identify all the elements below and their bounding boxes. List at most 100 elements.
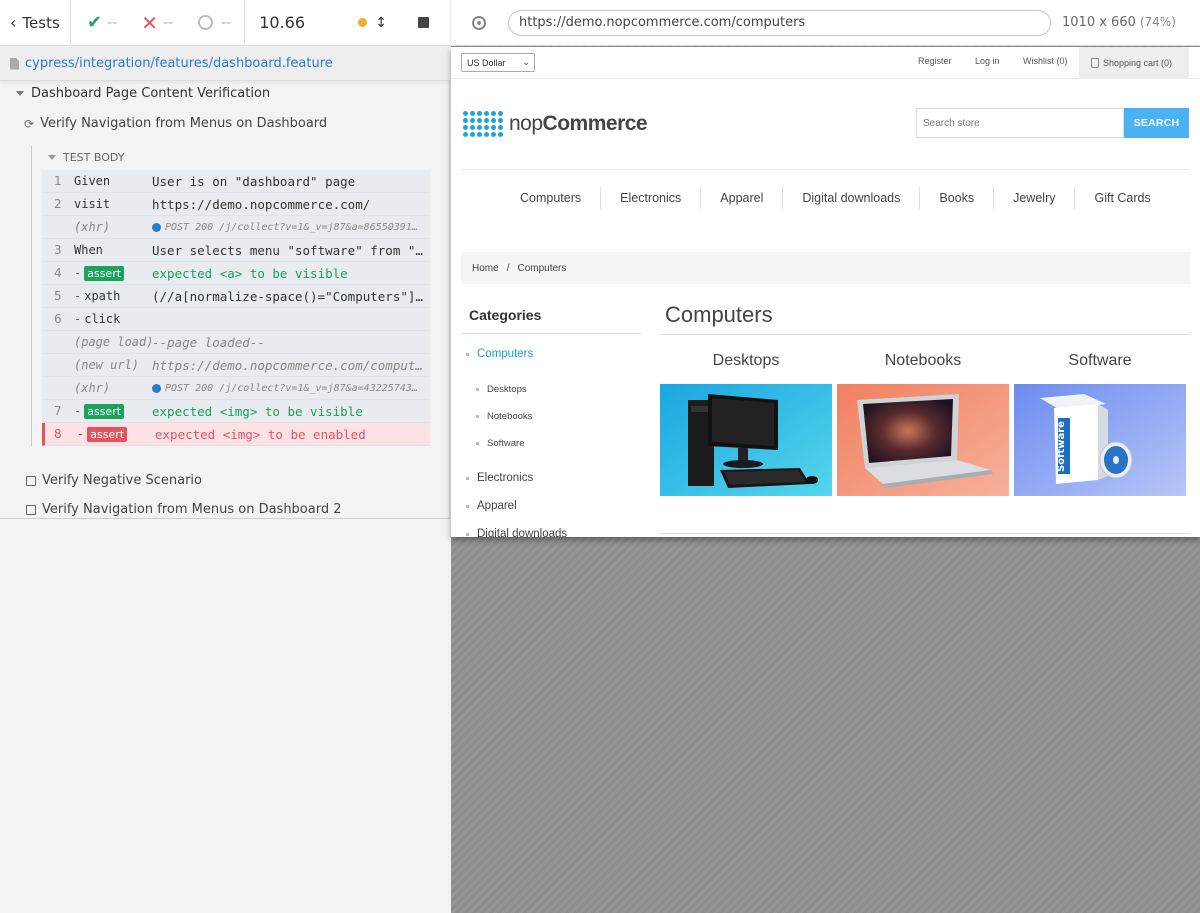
command-row[interactable]: 4 assert expected <a> to be visible [42,262,430,285]
command-row[interactable]: (new url) https://demo.nopcommerce.com/c… [42,354,430,377]
command-name: (xhr) [74,220,111,234]
site-logo[interactable]: nopCommerce [463,111,648,137]
test-title: Verify Navigation from Menus on Dashboar… [42,502,342,517]
divider [659,334,1190,335]
spec-path-link[interactable]: cypress/integration/features/dashboard.f… [25,56,333,71]
category-software[interactable]: Software [476,438,525,449]
wishlist-link[interactable]: Wishlist (0) [1023,56,1068,66]
command-log: 1 Given User is on "dashboard" page 2 vi… [42,170,430,446]
command-message: https://demo.nopcommerce.com/compute… [152,357,430,373]
command-row[interactable]: (xhr) POST 200 /j/collect?v=1&_v=j87&a=4… [42,377,430,400]
command-row[interactable]: 1 Given User is on "dashboard" page [42,170,430,193]
command-row[interactable]: (page load) --page loaded-- [42,331,430,354]
command-row[interactable]: 7 assert expected <img> to be visible [42,400,430,423]
command-name: assert [74,265,152,281]
app-preview-panel: https://demo.nopcommerce.com/computers 1… [451,0,1200,913]
test-item[interactable]: Verify Negative Scenario [26,466,342,495]
category-electronics[interactable]: Electronics [466,472,533,484]
x-icon: ✕ [141,10,158,35]
command-name: click [74,312,152,326]
search-input[interactable]: Search store [916,108,1124,138]
test-body-label: TEST BODY [63,151,125,164]
logo-text-bold: Commerce [542,112,648,135]
collapse-triangle-icon [48,155,56,160]
command-number: 2 [54,197,62,211]
viewport-info[interactable]: 1010 x 660 (74%) [1062,15,1176,30]
menu-item-books[interactable]: Books [920,187,995,209]
selector-playground-icon[interactable] [472,15,486,30]
subcategory-title[interactable]: Notebooks [837,352,1009,374]
shopping-cart-link[interactable]: Shopping cart (0) [1079,47,1189,79]
command-message: --page loaded-- [152,334,265,350]
categories-title: Categories [469,307,542,323]
command-row-failed[interactable]: 8 assert expected <img> to be enabled [42,423,430,446]
auto-scroll-icon[interactable]: ↕ [375,15,387,31]
command-name: (xhr) [74,381,111,395]
desktops-image[interactable] [660,384,832,496]
menu-item-computers[interactable]: Computers [501,187,602,209]
active-test-title[interactable]: ⟳ Verify Navigation from Menus on Dashbo… [24,116,327,131]
software-image[interactable]: Software [1014,384,1186,496]
duration: 10.66 [244,0,325,46]
command-message: POST 200 /j/collect?v=1&_v=j87&a=4322574… [152,383,430,394]
command-number: 3 [54,243,62,257]
xhr-status-icon [152,383,161,393]
category-notebooks[interactable]: Notebooks [476,411,532,422]
app-under-test-frame: US Dollar ⌄ Register Log in Wishlist (0)… [451,47,1200,537]
search-button[interactable]: SEARCH [1124,108,1189,138]
suite-title[interactable]: Dashboard Page Content Verification [16,86,270,101]
spec-path-bar: cypress/integration/features/dashboard.f… [0,47,450,81]
menu-item-digital-downloads[interactable]: Digital downloads [783,187,921,209]
menu-item-electronics[interactable]: Electronics [601,187,702,209]
command-row[interactable]: (xhr) POST 200 /j/collect?v=1&_v=j87&a=8… [42,216,430,239]
notebooks-image[interactable] [837,384,1009,496]
command-row[interactable]: 5 xpath (//a[normalize-space()="Computer… [42,285,430,308]
menu-item-jewelry[interactable]: Jewelry [994,187,1076,209]
login-link[interactable]: Log in [975,56,1000,66]
breadcrumb-home[interactable]: Home [472,263,499,274]
test-body-toggle[interactable]: TEST BODY [48,151,124,164]
category-digital-downloads[interactable]: Digital downloads [466,528,567,537]
divider [461,333,641,334]
shopping-bag-icon [1091,58,1099,68]
command-row[interactable]: 2 visit https://demo.nopcommerce.com/ [42,193,430,216]
assert-badge: assert [87,426,128,442]
command-message: User selects menu "software" from "c… [152,242,430,258]
url-field[interactable]: https://demo.nopcommerce.com/computers [508,9,1051,36]
currency-select[interactable]: US Dollar ⌄ [461,53,535,72]
url-bar: https://demo.nopcommerce.com/computers 1… [451,0,1200,46]
category-desktops[interactable]: Desktops [476,384,527,395]
other-tests: Verify Negative Scenario Verify Navigati… [26,466,342,524]
running-status-icon [358,18,368,27]
logo-mark-icon [463,111,503,137]
command-message: POST 200 /j/collect?v=1&_v=j87&a=8655039… [152,222,430,233]
command-name: (page load) [74,335,154,349]
subcategory-desktops[interactable]: Desktops [660,352,832,496]
test-title: Verify Negative Scenario [42,473,202,488]
command-number: 5 [54,289,62,303]
command-row[interactable]: 3 When User selects menu "software" from… [42,239,430,262]
assert-badge: assert [84,403,125,419]
currency-value: US Dollar [467,57,506,68]
stop-button[interactable] [417,17,429,28]
reporter-header: ‹ Tests ✔ -- ✕ -- -- 10.66 ↕ [0,0,450,46]
command-number: 6 [54,312,62,326]
subcategory-title[interactable]: Software [1014,352,1186,374]
command-row[interactable]: 6 click [42,308,430,331]
menu-item-apparel[interactable]: Apparel [701,187,784,209]
subcategory-software[interactable]: Software Software [1014,352,1186,496]
assert-badge: assert [84,265,125,281]
viewport-size: 1010 x 660 [1062,15,1136,30]
subcategory-notebooks[interactable]: Notebooks [837,352,1009,496]
command-number: 8 [54,427,62,441]
register-link[interactable]: Register [918,56,952,66]
tests-button[interactable]: ‹ Tests [0,0,71,46]
chevron-down-icon: ⌄ [522,57,530,67]
file-icon [10,57,19,70]
category-computers[interactable]: Computers [466,348,533,360]
command-message: expected <a> to be visible [152,265,348,281]
menu-item-gift-cards[interactable]: Gift Cards [1075,187,1169,209]
pending-count: -- [198,15,231,31]
category-apparel[interactable]: Apparel [466,500,517,512]
subcategory-title[interactable]: Desktops [660,352,832,374]
